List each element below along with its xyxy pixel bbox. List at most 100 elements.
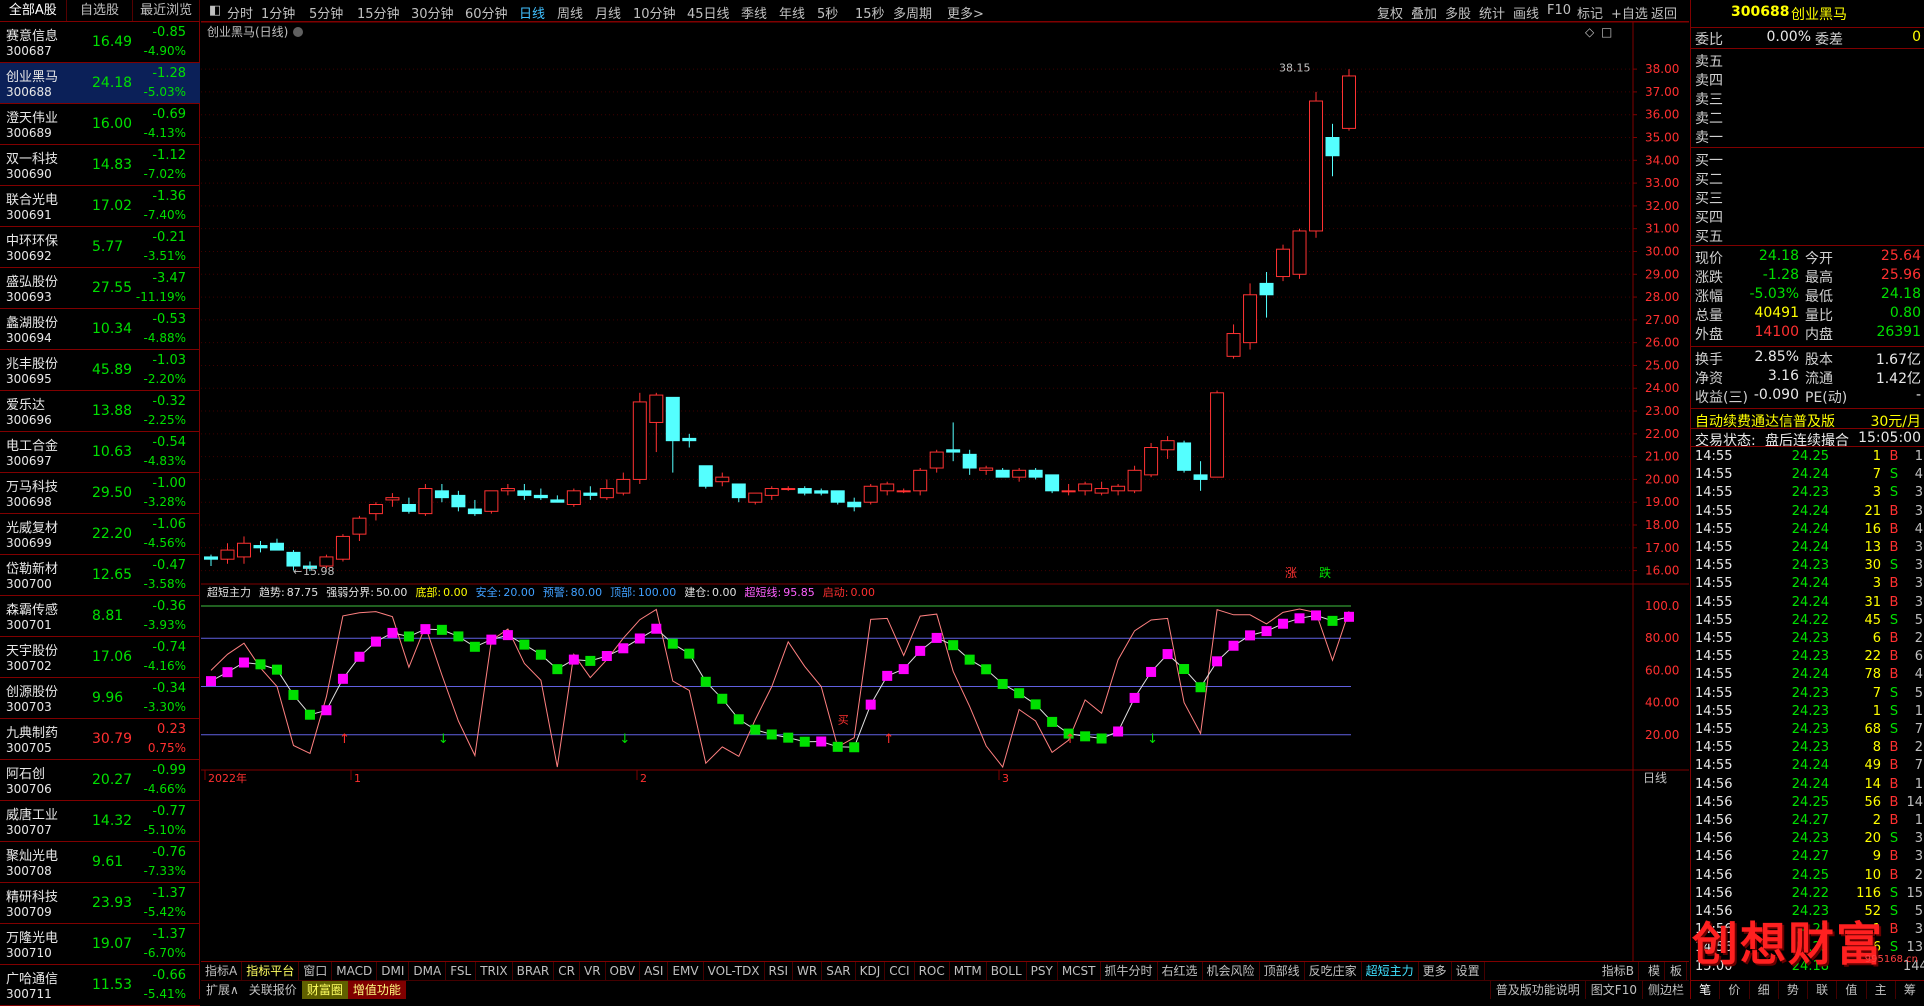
quote-tab[interactable]: 主: [1867, 981, 1896, 999]
indicator-tab[interactable]: 顶部线: [1260, 962, 1305, 980]
stock-row[interactable]: 万隆光电 300710 19.07 -1.37 -6.70%: [0, 924, 200, 965]
board-tab[interactable]: 板: [1666, 962, 1687, 980]
indicator-tab[interactable]: 窗口: [299, 962, 333, 980]
list-tab[interactable]: 最近浏览: [133, 0, 201, 21]
promo-banner[interactable]: 自动续费通达信普及版 30元/月: [1691, 408, 1924, 430]
toolbar-action-button[interactable]: +自选: [1611, 3, 1648, 22]
indicator-tab[interactable]: DMA: [409, 962, 447, 980]
period-tab[interactable]: 5秒: [817, 3, 838, 22]
stock-row[interactable]: 创业黑马 300688 24.18 -1.28 -5.03%: [0, 63, 200, 104]
stock-row[interactable]: 盛弘股份 300693 27.55 -3.47 -11.19%: [0, 268, 200, 309]
toolbar-action-button[interactable]: 标记: [1577, 3, 1603, 22]
indicator-tab[interactable]: CCI: [885, 962, 915, 980]
list-tab[interactable]: 自选股: [67, 0, 134, 21]
indicator-tab[interactable]: 更多: [1419, 962, 1452, 980]
toolbar-action-button[interactable]: 叠加: [1411, 3, 1437, 22]
stock-row[interactable]: 光威复材 300699 22.20 -1.06 -4.56%: [0, 514, 200, 555]
indicator-tab[interactable]: KDJ: [856, 962, 886, 980]
bottom-bar-button[interactable]: 扩展∧: [201, 981, 244, 999]
indicator-tab[interactable]: BOLL: [987, 962, 1027, 980]
bottom-bar-link[interactable]: 图文F10: [1584, 981, 1642, 999]
period-tab[interactable]: 5分钟: [309, 3, 343, 22]
indicator-tab[interactable]: RSI: [765, 962, 794, 980]
period-tab[interactable]: 年线: [779, 3, 805, 22]
stock-row[interactable]: 万马科技 300698 29.50 -1.00 -3.28%: [0, 473, 200, 514]
bottom-bar-button[interactable]: 关联报价: [244, 981, 302, 999]
indicator-tab[interactable]: SAR: [822, 962, 856, 980]
period-tab[interactable]: 季线: [741, 3, 767, 22]
indicator-tab[interactable]: MACD: [332, 962, 378, 980]
stock-row[interactable]: 威唐工业 300707 14.32 -0.77 -5.10%: [0, 801, 200, 842]
bottom-bar-link[interactable]: 普及版功能说明: [1489, 981, 1585, 999]
quote-tab[interactable]: 联: [1808, 981, 1838, 999]
indicator-tab[interactable]: CR: [554, 962, 580, 980]
quote-tab[interactable]: 势: [1779, 981, 1808, 999]
period-tab[interactable]: 10分钟: [633, 3, 676, 22]
stock-row[interactable]: 兆丰股份 300695 45.89 -1.03 -2.20%: [0, 350, 200, 391]
stock-row[interactable]: 创源股份 300703 9.96 -0.34 -3.30%: [0, 678, 200, 719]
toolbar-action-button[interactable]: 返回: [1651, 3, 1677, 22]
quote-tab[interactable]: 细: [1750, 981, 1779, 999]
stock-row[interactable]: 赛意信息 300687 16.49 -0.85 -4.90%: [0, 22, 200, 63]
maximize-icon[interactable]: □: [1601, 25, 1612, 39]
period-tab[interactable]: 月线: [595, 3, 621, 22]
period-tab[interactable]: 日线: [519, 3, 545, 22]
indicator-tab[interactable]: 指标A: [201, 962, 243, 980]
toolbar-action-button[interactable]: F10: [1547, 3, 1571, 18]
indicator-tab[interactable]: TRIX: [476, 962, 513, 980]
stock-row[interactable]: 阿石创 300706 20.27 -0.99 -4.66%: [0, 760, 200, 801]
period-tab[interactable]: 更多>: [947, 3, 984, 22]
toolbar-action-button[interactable]: 复权: [1377, 3, 1403, 22]
quote-tab[interactable]: 价: [1720, 981, 1750, 999]
bottom-bar-button[interactable]: 财富圈: [301, 981, 348, 999]
stock-row[interactable]: 联合光电 300691 17.02 -1.36 -7.40%: [0, 186, 200, 227]
stock-row[interactable]: 岱勒新材 300700 12.65 -0.47 -3.58%: [0, 555, 200, 596]
indicator-tab[interactable]: MCST: [1058, 962, 1101, 980]
stock-row[interactable]: 广哈通信 300711 11.53 -0.66 -5.41%: [0, 965, 200, 1006]
indicator-tab[interactable]: DMI: [377, 962, 410, 980]
period-tab[interactable]: 60分钟: [465, 3, 508, 22]
bottom-bar-link[interactable]: 侧边栏: [1641, 981, 1689, 999]
indicator-tab[interactable]: 设置: [1452, 962, 1485, 980]
stock-row[interactable]: 电工合金 300697 10.63 -0.54 -4.83%: [0, 432, 200, 473]
period-tab[interactable]: 分时: [227, 3, 253, 22]
toolbar-action-button[interactable]: 统计: [1479, 3, 1505, 22]
indicator-tab[interactable]: EMV: [668, 962, 704, 980]
period-tab[interactable]: 30分钟: [411, 3, 454, 22]
settings-icon[interactable]: [293, 27, 303, 37]
indicator-tab[interactable]: VOL-TDX: [704, 962, 765, 980]
stock-row[interactable]: 聚灿光电 300708 9.61 -0.76 -7.33%: [0, 842, 200, 883]
indicator-tab[interactable]: 反吃庄家: [1305, 962, 1362, 980]
toggle-icon[interactable]: ◇: [1585, 25, 1595, 39]
list-tab[interactable]: 全部A股: [0, 0, 67, 21]
indicator-tab[interactable]: 抓牛分时: [1101, 962, 1158, 980]
indicator-tab[interactable]: 指标平台: [242, 962, 300, 980]
indicator-tab[interactable]: VR: [580, 962, 606, 980]
period-tab[interactable]: 多周期: [893, 3, 932, 22]
period-tab[interactable]: 1分钟: [261, 3, 295, 22]
indicator-tab[interactable]: ROC: [915, 962, 950, 980]
period-tab[interactable]: 15秒: [855, 3, 885, 22]
indicator-tab[interactable]: ASI: [640, 962, 669, 980]
quote-tab[interactable]: 筹: [1896, 981, 1924, 999]
stock-row[interactable]: 爱乐达 300696 13.88 -0.32 -2.25%: [0, 391, 200, 432]
indicator-tab[interactable]: 超短主力: [1362, 962, 1419, 980]
indicator-tab[interactable]: MTM: [950, 962, 987, 980]
panel-toggle-icon[interactable]: ◧: [209, 3, 221, 18]
quote-tab[interactable]: 笔: [1691, 981, 1721, 999]
period-tab[interactable]: 周线: [557, 3, 583, 22]
indicator-tab[interactable]: WR: [793, 962, 823, 980]
stock-row[interactable]: 蠡湖股份 300694 10.34 -0.53 -4.88%: [0, 309, 200, 350]
indicator-tab[interactable]: 机会风险: [1203, 962, 1260, 980]
indicator-tab[interactable]: 右红选: [1158, 962, 1203, 980]
kline-chart-area[interactable]: 创业黑马(日线) 38.00 37.00 36.00 35.00 34.00 33.00 32…: [201, 21, 1689, 962]
template-tab[interactable]: 模: [1644, 962, 1665, 980]
period-tab[interactable]: 45日线: [687, 3, 730, 22]
stock-row[interactable]: 精研科技 300709 23.93 -1.37 -5.42%: [0, 883, 200, 924]
toolbar-action-button[interactable]: 多股: [1445, 3, 1471, 22]
stock-row[interactable]: 双一科技 300690 14.83 -1.12 -7.02%: [0, 145, 200, 186]
stock-row[interactable]: 森霸传感 300701 8.81 -0.36 -3.93%: [0, 596, 200, 637]
stock-row[interactable]: 中环环保 300692 5.77 -0.21 -3.51%: [0, 227, 200, 268]
indicator-tab[interactable]: FSL: [446, 962, 477, 980]
indicator-b-tab[interactable]: 指标B: [1598, 962, 1639, 980]
